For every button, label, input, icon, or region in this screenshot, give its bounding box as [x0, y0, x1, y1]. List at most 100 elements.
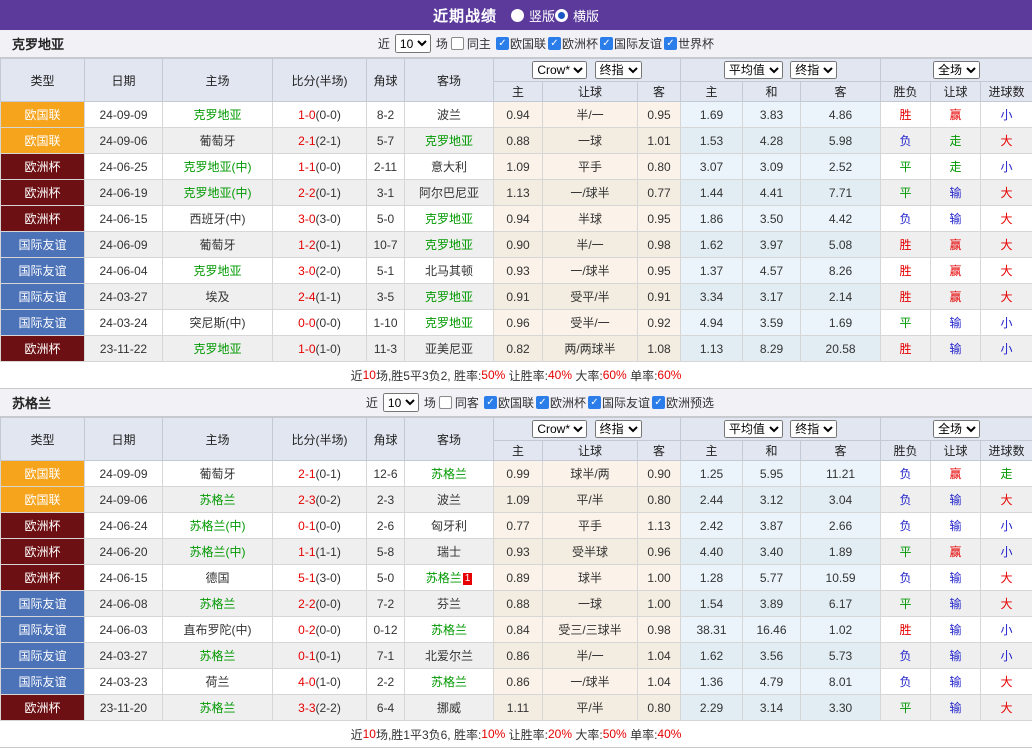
filter-checkbox-checked[interactable]: ✓ — [496, 37, 509, 50]
fulltime-select-group: 全场 — [881, 418, 1032, 441]
filter-checkbox-checked[interactable]: ✓ — [484, 396, 497, 409]
odds-away: 0.80 — [638, 695, 681, 721]
col-odds-handicap: 让球 — [543, 82, 638, 102]
filter-label: 欧洲预选 — [666, 394, 714, 411]
avg-home: 1.62 — [681, 643, 743, 669]
halftime-score: (0-0) — [316, 623, 341, 637]
fulltime-score: 0-1 — [298, 649, 315, 663]
filter-checkbox-checked[interactable]: ✓ — [652, 396, 665, 409]
layout-radio-unchecked[interactable]: 竖版 — [511, 6, 555, 25]
radio-icon[interactable] — [511, 9, 524, 22]
final-odds-select[interactable]: 终指 — [595, 61, 642, 79]
halftime-score: (0-1) — [316, 238, 341, 252]
result-goals: 大 — [981, 669, 1032, 695]
team-header-croatia: 克罗地亚 近 10 场 同主 ✓欧国联✓欧洲杯✓国际友谊✓世界杯 — [0, 30, 1032, 58]
layout-radio-checked[interactable]: 横版 — [555, 6, 599, 25]
match-type-badge: 国际友谊 — [1, 617, 85, 643]
match-row: 国际友谊24-03-24突尼斯(中)0-0(0-0)1-10克罗地亚0.96受半… — [1, 310, 1032, 336]
bookmaker-select-group: Crow* 终指 — [494, 59, 681, 82]
corner-score: 10-7 — [367, 232, 405, 258]
match-type-badge: 欧国联 — [1, 128, 85, 154]
games-label: 场 — [436, 35, 448, 52]
final-odds-select[interactable]: 终指 — [595, 420, 642, 438]
match-date: 24-06-25 — [85, 154, 163, 180]
filter-controls: 近 10 场 同主 ✓欧国联✓欧洲杯✓国际友谊✓世界杯 — [378, 34, 714, 53]
odds-away: 0.80 — [638, 487, 681, 513]
col-odds-handicap: 让球 — [543, 441, 638, 461]
odds-handicap: 受半/一 — [543, 310, 638, 336]
summary-segment: 40% — [657, 727, 681, 741]
fulltime-score: 1-1 — [298, 160, 315, 174]
home-team: 埃及 — [163, 284, 273, 310]
avg-draw: 3.50 — [743, 206, 801, 232]
match-row: 欧洲杯24-06-20苏格兰(中)1-1(1-1)5-8瑞士0.93受半球0.9… — [1, 539, 1032, 565]
radio-icon[interactable] — [555, 9, 568, 22]
result-outcome: 胜 — [881, 284, 931, 310]
col-avg-draw: 和 — [743, 82, 801, 102]
result-outcome: 平 — [881, 591, 931, 617]
col-home: 主场 — [163, 59, 273, 102]
match-type-badge: 国际友谊 — [1, 232, 85, 258]
result-handicap: 赢 — [931, 102, 981, 128]
filter-checkbox-checked[interactable]: ✓ — [548, 37, 561, 50]
corner-score: 2-11 — [367, 154, 405, 180]
corner-score: 5-0 — [367, 206, 405, 232]
match-date: 24-03-27 — [85, 284, 163, 310]
odds-handicap: 受三/三球半 — [543, 617, 638, 643]
col-avg-home: 主 — [681, 441, 743, 461]
avg-home: 2.44 — [681, 487, 743, 513]
fulltime-select[interactable]: 全场 — [933, 61, 980, 79]
filter-checkbox-checked[interactable]: ✓ — [536, 396, 549, 409]
match-date: 24-06-15 — [85, 565, 163, 591]
away-team: 北爱尔兰 — [405, 643, 494, 669]
final-odds-select-2[interactable]: 终指 — [790, 420, 837, 438]
home-team: 克罗地亚 — [163, 102, 273, 128]
average-select[interactable]: 平均值 — [724, 61, 783, 79]
filter-checkbox-checked[interactable]: ✓ — [588, 396, 601, 409]
match-type-badge: 国际友谊 — [1, 669, 85, 695]
home-team: 苏格兰 — [163, 643, 273, 669]
filter-checkbox-checked[interactable]: ✓ — [600, 37, 613, 50]
match-date: 24-03-27 — [85, 643, 163, 669]
average-select[interactable]: 平均值 — [724, 420, 783, 438]
result-outcome: 负 — [881, 669, 931, 695]
same-side-checkbox[interactable] — [439, 396, 452, 409]
match-row: 国际友谊24-06-03直布罗陀(中)0-2(0-0)0-12苏格兰0.84受三… — [1, 617, 1032, 643]
odds-home: 0.94 — [494, 102, 543, 128]
match-date: 24-03-24 — [85, 310, 163, 336]
col-handicap-result: 让球 — [931, 441, 981, 461]
odds-away: 0.91 — [638, 284, 681, 310]
odds-handicap: 一球 — [543, 128, 638, 154]
bookmaker-select[interactable]: Crow* — [532, 61, 587, 79]
fulltime-select[interactable]: 全场 — [933, 420, 980, 438]
halftime-score: (0-2) — [316, 493, 341, 507]
match-type-badge: 欧国联 — [1, 102, 85, 128]
near-count-select[interactable]: 10 — [395, 34, 431, 53]
team-name: 克罗地亚 — [0, 34, 64, 53]
corner-score: 5-1 — [367, 258, 405, 284]
near-count-select[interactable]: 10 — [383, 393, 419, 412]
col-date: 日期 — [85, 59, 163, 102]
final-odds-select-2[interactable]: 终指 — [790, 61, 837, 79]
match-row: 国际友谊24-03-27苏格兰0-1(0-1)7-1北爱尔兰0.86半/一1.0… — [1, 643, 1032, 669]
avg-draw: 3.14 — [743, 695, 801, 721]
odds-handicap: 半/一 — [543, 232, 638, 258]
result-goals: 小 — [981, 513, 1032, 539]
halftime-score: (2-1) — [316, 134, 341, 148]
odds-home: 1.11 — [494, 695, 543, 721]
col-handicap-result: 让球 — [931, 82, 981, 102]
result-goals: 小 — [981, 539, 1032, 565]
same-side-checkbox[interactable] — [451, 37, 464, 50]
match-score: 2-1(0-1) — [273, 461, 367, 487]
odds-away: 1.04 — [638, 669, 681, 695]
bookmaker-select[interactable]: Crow* — [532, 420, 587, 438]
odds-handicap: 一/球半 — [543, 669, 638, 695]
col-type: 类型 — [1, 59, 85, 102]
halftime-score: (1-0) — [316, 675, 341, 689]
result-outcome: 负 — [881, 565, 931, 591]
result-handicap: 走 — [931, 154, 981, 180]
summary-segment: 20% — [548, 727, 572, 741]
odds-away: 1.08 — [638, 336, 681, 362]
result-goals: 大 — [981, 128, 1032, 154]
filter-checkbox-checked[interactable]: ✓ — [664, 37, 677, 50]
